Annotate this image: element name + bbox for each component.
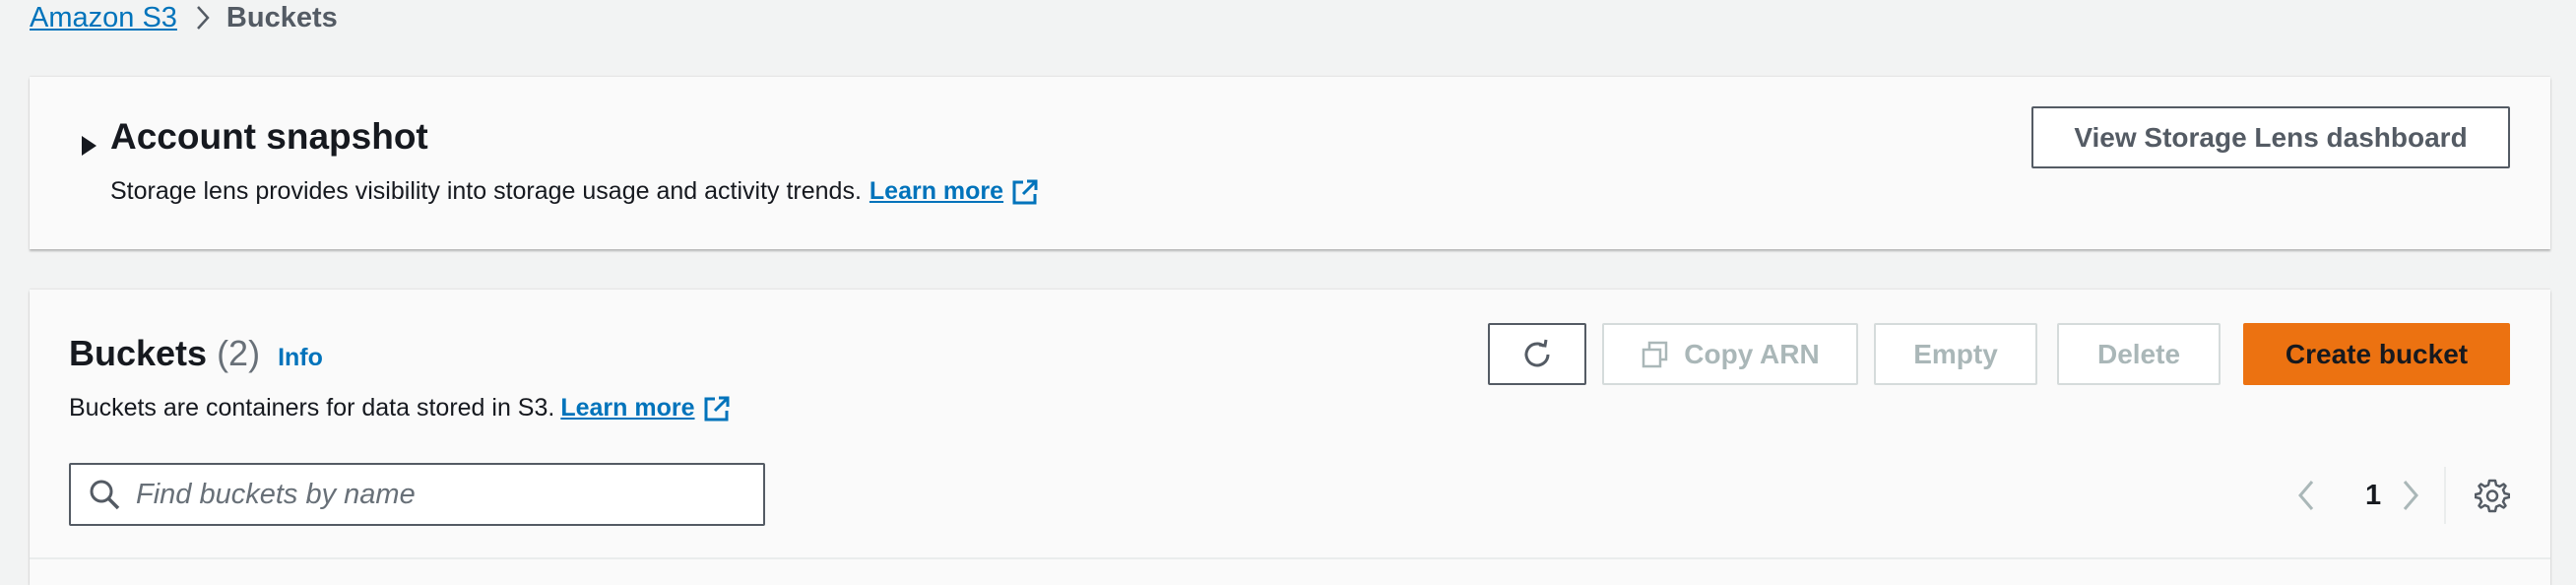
snapshot-learn-more-link[interactable]: Learn more xyxy=(869,177,1003,206)
search-icon xyxy=(75,478,134,511)
breadcrumb: Amazon S3 Buckets xyxy=(30,0,338,35)
copy-arn-label: Copy ARN xyxy=(1684,338,1820,369)
account-snapshot-title[interactable]: Account snapshot xyxy=(110,116,428,158)
empty-button[interactable]: Empty xyxy=(1874,323,2037,385)
pagination-divider xyxy=(2444,467,2446,524)
current-page-number[interactable]: 1 xyxy=(2365,467,2381,524)
buckets-count: (2) xyxy=(217,333,261,373)
external-link-icon[interactable] xyxy=(703,395,731,422)
refresh-icon xyxy=(1519,337,1555,372)
buckets-info-link[interactable]: Info xyxy=(278,344,323,372)
chevron-left-icon[interactable] xyxy=(2294,467,2318,524)
copy-arn-button[interactable]: Copy ARN xyxy=(1602,323,1858,385)
table-top-border xyxy=(30,557,2550,559)
account-snapshot-panel: Account snapshot Storage lens provides v… xyxy=(30,77,2550,249)
buckets-learn-more-link[interactable]: Learn more xyxy=(560,394,694,422)
chevron-right-icon[interactable] xyxy=(2399,467,2422,524)
account-snapshot-description: Storage lens provides visibility into st… xyxy=(110,177,1039,206)
bucket-search xyxy=(69,463,765,526)
buckets-title: Buckets xyxy=(69,333,208,373)
gear-icon[interactable] xyxy=(2470,473,2515,518)
buckets-description: Buckets are containers for data stored i… xyxy=(69,394,731,422)
buckets-header: Buckets (2) Info xyxy=(69,333,323,374)
create-bucket-button[interactable]: Create bucket xyxy=(2243,323,2510,385)
buckets-panel: Buckets (2) Info Buckets are containers … xyxy=(30,290,2550,585)
delete-button[interactable]: Delete xyxy=(2057,323,2221,385)
search-input[interactable] xyxy=(134,477,763,512)
chevron-right-icon xyxy=(195,4,211,32)
refresh-button[interactable] xyxy=(1488,323,1586,385)
caret-right-icon[interactable] xyxy=(69,126,108,165)
view-storage-lens-dashboard-button[interactable]: View Storage Lens dashboard xyxy=(2031,106,2510,168)
snapshot-description-text: Storage lens provides visibility into st… xyxy=(110,177,862,205)
buckets-description-text: Buckets are containers for data stored i… xyxy=(69,394,555,422)
copy-icon xyxy=(1641,340,1670,369)
breadcrumb-current: Buckets xyxy=(225,1,338,33)
external-link-icon[interactable] xyxy=(1011,178,1039,206)
breadcrumb-amazon-s3-link[interactable]: Amazon S3 xyxy=(30,2,177,34)
